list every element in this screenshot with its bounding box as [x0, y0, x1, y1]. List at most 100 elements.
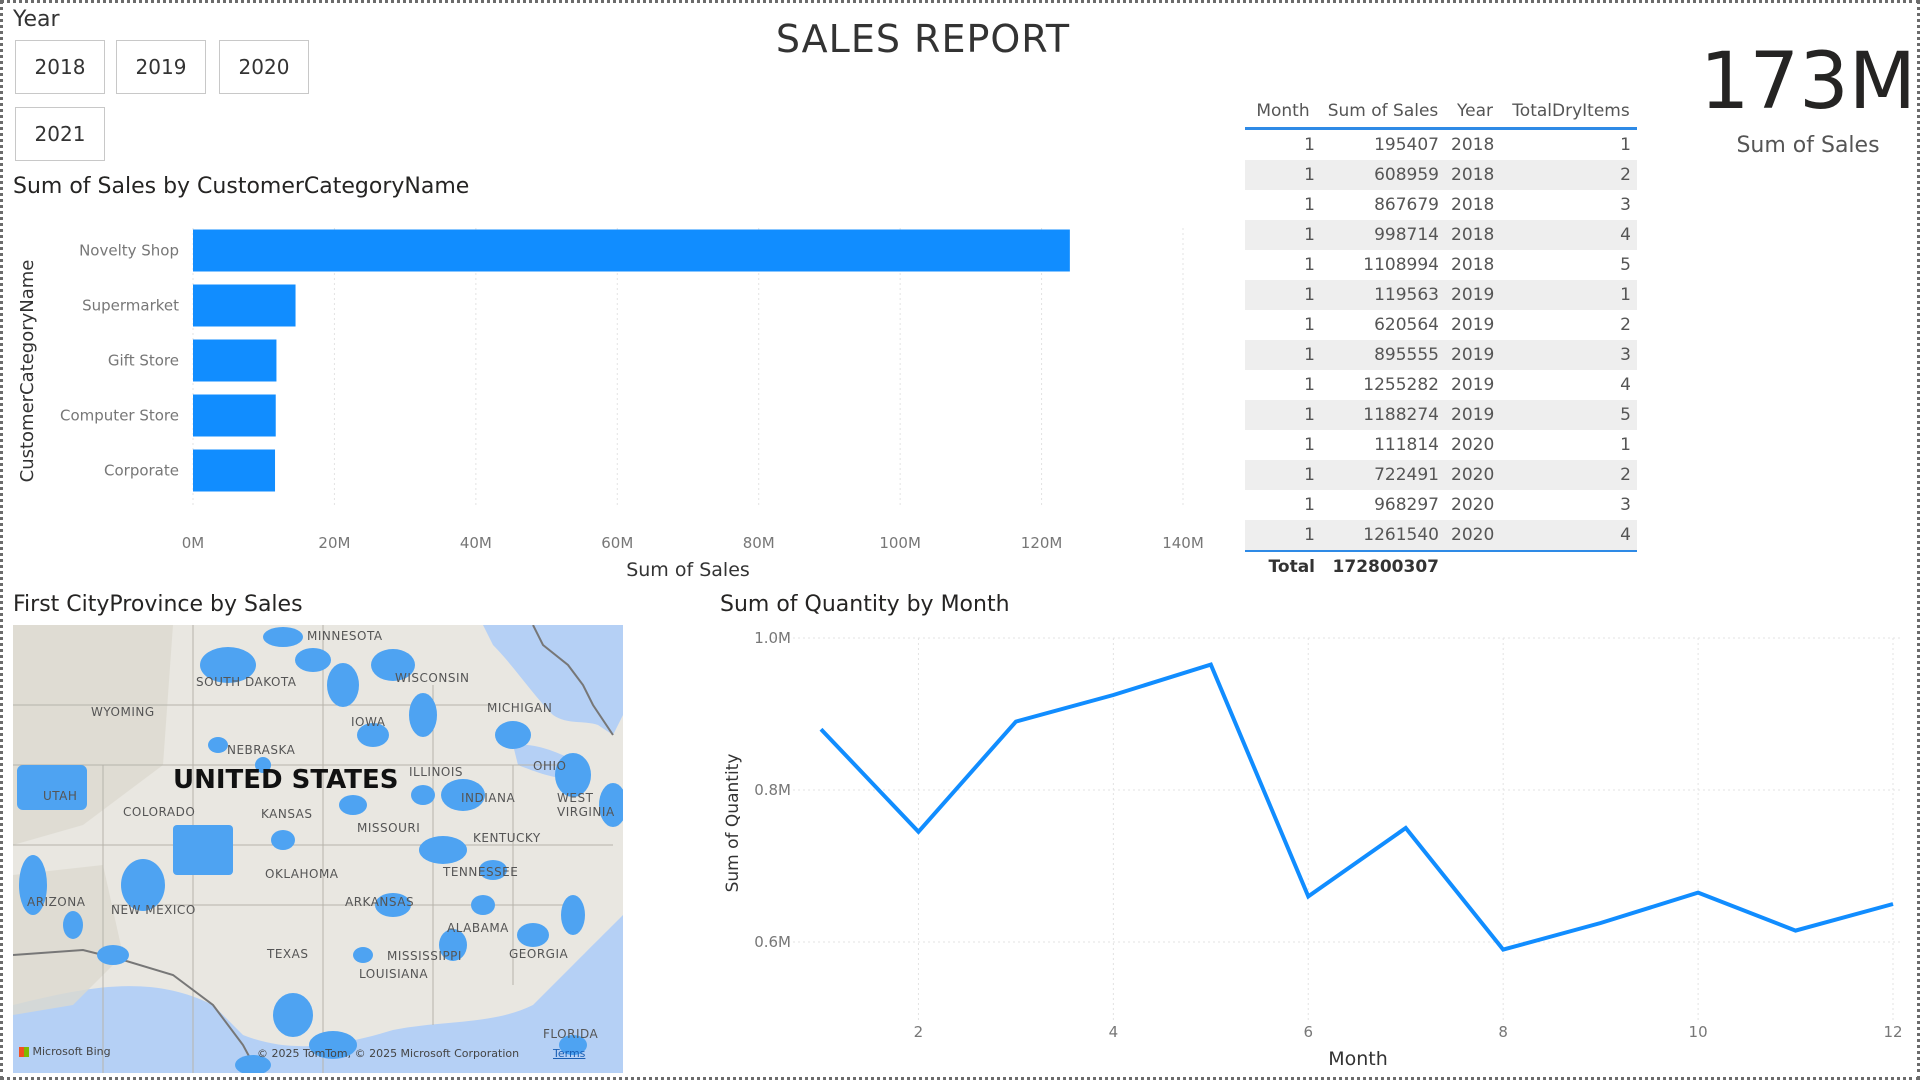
report-canvas: Year 2018 2019 2020 2021 SALES REPORT 17… — [0, 0, 1920, 1080]
map-country-label: UNITED STATES — [173, 765, 399, 795]
table-column-header[interactable]: Sum of Sales — [1321, 95, 1445, 130]
table-row[interactable]: 1 722491 2020 2 — [1245, 460, 1637, 490]
table-row[interactable]: 1 1188274 2019 5 — [1245, 400, 1637, 430]
table-cell: 2018 — [1445, 220, 1505, 250]
bar-chart-title: Sum of Sales by CustomerCategoryName — [13, 174, 470, 199]
year-option-2020[interactable]: 2020 — [219, 40, 309, 94]
map-state-label: ARKANSAS — [345, 895, 415, 909]
table-row[interactable]: 1 895555 2019 3 — [1245, 340, 1637, 370]
map-state-label: MICHIGAN — [487, 701, 553, 715]
table-cell: 5 — [1620, 255, 1631, 275]
table-cell: 968297 — [1374, 495, 1439, 515]
table-cell: 1108994 — [1363, 255, 1439, 275]
table-column-header[interactable]: Month — [1245, 95, 1321, 130]
bar-x-tick: 120M — [1021, 534, 1063, 552]
table-row[interactable]: 1 119563 2019 1 — [1245, 280, 1637, 310]
map-state-label: WEST VIRGINIA — [557, 791, 615, 819]
table-row[interactable]: 1 1255282 2019 4 — [1245, 370, 1637, 400]
sales-table[interactable]: Month Sum of Sales Year TotalDryItems 1 1954… — [1245, 95, 1637, 582]
table-total-row: Total 172800307 — [1245, 550, 1637, 582]
table-cell: 1 — [1245, 280, 1321, 310]
table-row[interactable]: 1 998714 2018 4 — [1245, 220, 1637, 250]
line-x-tick: 4 — [1109, 1023, 1119, 1041]
bar-x-tick: 60M — [601, 534, 633, 552]
line-x-tick: 6 — [1303, 1023, 1313, 1041]
table-cell: 2019 — [1445, 400, 1505, 430]
table-cell: 1188274 — [1321, 400, 1445, 430]
map-state-label: MISSISSIPPI — [387, 949, 462, 963]
table-row[interactable]: 1 968297 2020 3 — [1245, 490, 1637, 520]
line-y-axis-label: Sum of Quantity — [723, 754, 743, 893]
year-option-2019[interactable]: 2019 — [116, 40, 206, 94]
year-option-2018[interactable]: 2018 — [15, 40, 105, 94]
bing-logo[interactable]: Microsoft Bing — [19, 1045, 111, 1058]
table-row[interactable]: 1 867679 2018 3 — [1245, 190, 1637, 220]
table-cell: 2020 — [1445, 520, 1505, 551]
map-title: First CityProvince by Sales — [13, 592, 303, 617]
year-option-2021[interactable]: 2021 — [15, 107, 105, 161]
year-slicer-title: Year — [13, 7, 60, 32]
city-map[interactable]: MINNESOTA SOUTH DAKOTA WISCONSIN WYOMING… — [13, 625, 623, 1073]
table-cell: 1 — [1304, 435, 1315, 455]
table-cell: 3 — [1505, 340, 1637, 370]
table-cell: 1255282 — [1363, 375, 1439, 395]
table-row[interactable]: 1 608959 2018 2 — [1245, 160, 1637, 190]
bar-y-axis-label: CustomerCategoryName — [17, 260, 38, 483]
table-row[interactable]: 1 620564 2019 2 — [1245, 310, 1637, 340]
map-state-label: OKLAHOMA — [265, 867, 339, 881]
table-cell: 620564 — [1374, 315, 1439, 335]
table-column-header[interactable]: TotalDryItems — [1505, 95, 1637, 130]
map-state-label: UTAH — [43, 789, 78, 803]
map-terms-link[interactable]: Terms — [553, 1047, 585, 1060]
bar-chart[interactable]: 0M 20M 40M 60M 80M 100M 120M 140M Novelty Shop Su… — [3, 203, 1233, 583]
line-x-tick: 12 — [1883, 1023, 1902, 1041]
table-cell: 608959 — [1321, 160, 1445, 190]
line-x-tick: 8 — [1498, 1023, 1508, 1041]
map-state-label: KANSAS — [261, 807, 313, 821]
table-cell: 1 — [1620, 435, 1631, 455]
bar-category-label: Novelty Shop — [79, 242, 179, 260]
bar[interactable] — [193, 394, 276, 437]
table-row[interactable]: 1 111814 2020 1 — [1245, 430, 1637, 460]
table-row[interactable]: 1 195407 2018 1 — [1245, 129, 1637, 161]
table-cell: 2020 — [1451, 435, 1495, 455]
map-state-label: MINNESOTA — [307, 629, 383, 643]
map-state-label: ARIZONA — [27, 895, 86, 909]
line-series[interactable] — [819, 662, 1894, 952]
table-cell: 3 — [1620, 495, 1631, 515]
table-cell: 4 — [1505, 520, 1637, 551]
table-cell: 1 — [1245, 520, 1321, 551]
table-cell: 111814 — [1374, 435, 1439, 455]
table-cell: 5 — [1505, 400, 1637, 430]
line-chart[interactable]: 0.6M 0.8M 1.0M 2 4 6 8 10 12 Month Sum of Quantity — [703, 623, 1918, 1078]
line-y-tick: 1.0M — [754, 629, 791, 647]
map-state-label: TEXAS — [267, 947, 309, 961]
bar-x-tick: 0M — [182, 534, 205, 552]
bar-x-tick: 20M — [318, 534, 350, 552]
table-cell: 867679 — [1374, 195, 1439, 215]
table-cell: 1 — [1620, 135, 1631, 155]
table-cell: 1 — [1245, 460, 1321, 490]
table-cell: 2019 — [1445, 280, 1505, 310]
table-cell: 2019 — [1451, 315, 1495, 335]
bar[interactable] — [193, 284, 296, 327]
bar-category-label: Gift Store — [108, 352, 179, 370]
map-state-label: COLORADO — [123, 805, 196, 819]
bar[interactable] — [193, 229, 1070, 272]
table-total-value: 172800307 — [1321, 550, 1445, 582]
table-cell: 2019 — [1445, 340, 1505, 370]
table-row[interactable]: 1 1108994 2018 5 — [1245, 250, 1637, 280]
table-row[interactable]: 1 1261540 2020 4 — [1245, 520, 1637, 551]
table-cell: 2 — [1505, 160, 1637, 190]
table-cell: 2018 — [1445, 160, 1505, 190]
table-cell: 1 — [1304, 315, 1315, 335]
table-column-header[interactable]: Year — [1445, 95, 1505, 130]
table-cell: 1 — [1304, 195, 1315, 215]
bar[interactable] — [193, 449, 276, 492]
line-x-tick: 10 — [1689, 1023, 1708, 1041]
bar[interactable] — [193, 339, 277, 382]
bar-x-tick: 80M — [743, 534, 775, 552]
map-state-label: MISSOURI — [357, 821, 421, 835]
bar-category-label: Computer Store — [60, 407, 179, 425]
table-total-label: Total — [1245, 550, 1321, 582]
